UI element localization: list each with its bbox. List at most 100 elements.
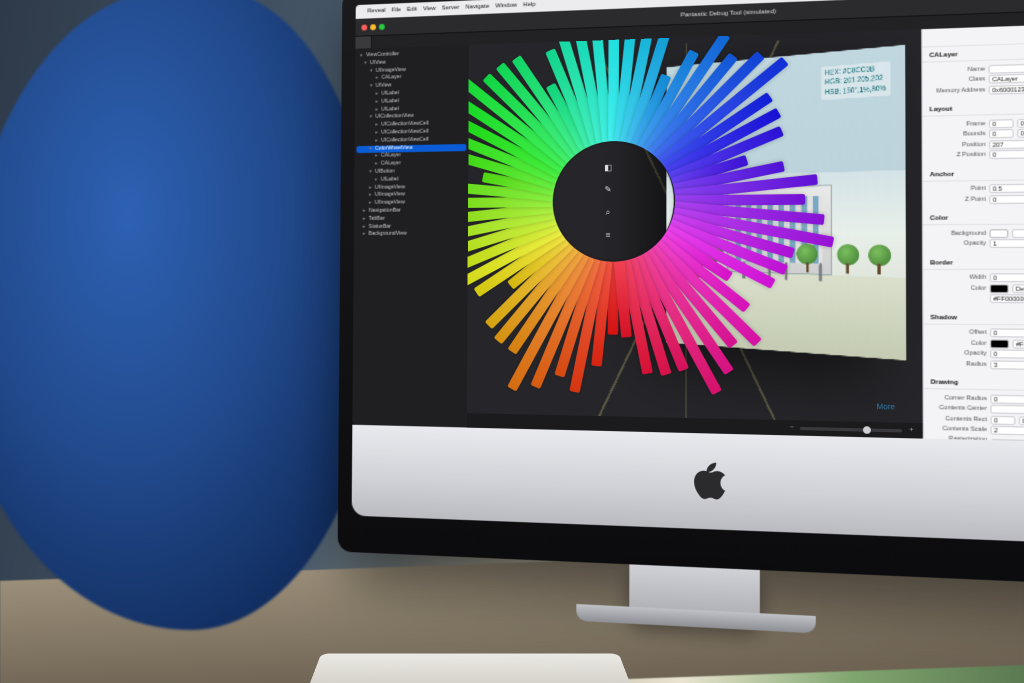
disclosure-icon[interactable]: ▸ xyxy=(374,153,379,161)
opacity-field[interactable]: 1 xyxy=(990,239,1024,248)
disclosure-icon[interactable]: ▾ xyxy=(369,68,374,76)
border-color-hex: #FF000000 xyxy=(990,294,1024,303)
shadow-color-swatch[interactable] xyxy=(990,339,1009,348)
shadow-opacity[interactable]: 0 xyxy=(990,349,1024,359)
app-body: ▸ViewController▾UIView▾UIImageView▸CALay… xyxy=(352,23,1024,443)
tree-row[interactable]: ▸BackgroundView xyxy=(356,231,466,239)
inspector-header: CALayer xyxy=(929,48,1024,60)
shadow-offset-x[interactable]: 0 xyxy=(990,328,1024,337)
menu-item[interactable]: Navigate xyxy=(465,4,489,11)
shadow-radius[interactable]: 3 xyxy=(990,360,1024,370)
tool-icon[interactable]: ≡ xyxy=(605,230,610,239)
color-wheel[interactable]: ◧ ✎ ⌕ ≡ xyxy=(467,30,781,371)
disclosure-icon[interactable]: ▸ xyxy=(368,184,373,192)
disclosure-icon[interactable]: ▸ xyxy=(374,130,379,138)
field-label: Color xyxy=(930,285,986,292)
disclosure-icon[interactable]: ▸ xyxy=(368,192,373,200)
tool-icon[interactable]: ◧ xyxy=(604,163,612,172)
contents-rect-x[interactable]: 0 xyxy=(990,415,1015,424)
disclosure-icon[interactable]: ▾ xyxy=(368,114,373,122)
disclosure-icon[interactable]: ▾ xyxy=(368,169,373,177)
tool-icon[interactable]: ✎ xyxy=(605,185,612,194)
anchor-x[interactable]: 0.5 xyxy=(989,184,1024,193)
menu-item[interactable]: Help xyxy=(523,2,536,9)
zoom-slider-thumb[interactable] xyxy=(863,426,871,434)
field-label: Contents Scale xyxy=(931,425,987,433)
menu-item[interactable]: File xyxy=(391,7,401,13)
menu-item[interactable]: View xyxy=(423,6,436,13)
disclosure-icon[interactable]: ▸ xyxy=(374,98,379,106)
field-label: Background xyxy=(930,230,986,237)
zposition[interactable]: 0 xyxy=(989,148,1024,159)
disclosure-icon[interactable]: ▸ xyxy=(362,223,367,231)
field-label: Color xyxy=(930,339,986,346)
disclosure-icon[interactable]: ▾ xyxy=(369,83,374,91)
minimize-icon[interactable] xyxy=(370,24,376,30)
disclosure-icon[interactable]: ▸ xyxy=(368,200,373,208)
section-title: Shadow xyxy=(930,314,1024,322)
disclosure-icon[interactable]: ▸ xyxy=(374,161,379,169)
bounds-x[interactable]: 0 xyxy=(989,129,1013,138)
frame-y[interactable]: 0 xyxy=(1017,118,1024,127)
hierarchy-tree[interactable]: ▸ViewController▾UIView▾UIImageView▸CALay… xyxy=(352,45,469,428)
window-controls[interactable] xyxy=(361,23,384,30)
field-label: Position xyxy=(930,141,986,149)
menu-item[interactable]: Reveal xyxy=(367,8,385,15)
inspector-panel[interactable]: ◧ ≡ ⊞ ⌾ CALayer Name ClassCALayer Memory… xyxy=(921,23,1024,443)
section-title: Layout xyxy=(929,103,1024,113)
contents-center[interactable] xyxy=(990,405,1024,416)
field-label: Width xyxy=(930,274,986,281)
disclosure-icon[interactable]: ▸ xyxy=(375,75,380,83)
section-title: Border xyxy=(930,259,1024,266)
tool-icon[interactable]: ⌕ xyxy=(606,207,611,217)
memory-address-field: 0x600012345 xyxy=(989,82,1024,94)
field-label: Corner Radius xyxy=(931,394,987,402)
menu-item[interactable]: Window xyxy=(495,3,517,10)
wheel-center-tools[interactable]: ◧ ✎ ⌕ ≡ xyxy=(566,159,650,243)
contents-rect-y[interactable]: 0 xyxy=(1019,416,1024,425)
disclosure-icon[interactable]: ▸ xyxy=(359,52,364,60)
canvas-stage: HEX: #C8CC0B RGB: 201,205,202 HSB: 150°,… xyxy=(473,36,916,432)
zoom-icon[interactable] xyxy=(379,23,385,29)
disclosure-icon[interactable]: ▸ xyxy=(374,91,379,99)
field-label: Offset xyxy=(930,329,986,336)
bounds-y[interactable]: 0 xyxy=(1017,129,1024,138)
disclosure-icon[interactable]: ▸ xyxy=(374,176,379,184)
zoom-out-button[interactable]: − xyxy=(790,424,794,431)
zoom-slider[interactable] xyxy=(800,426,902,432)
photo-scene: Reveal File Edit View Server Navigate Wi… xyxy=(0,0,1024,683)
corner-radius[interactable]: 0 xyxy=(990,394,1024,405)
disclosure-icon[interactable]: ▸ xyxy=(362,208,367,216)
illustration-tree xyxy=(837,244,859,274)
field-label: Z Point xyxy=(930,196,986,203)
name-field[interactable] xyxy=(989,61,1024,73)
anchor-z[interactable]: 0 xyxy=(989,194,1024,204)
background-color-swatch[interactable] xyxy=(989,229,1008,238)
position-x[interactable]: 207 xyxy=(989,139,1024,149)
background-color-field[interactable] xyxy=(1012,228,1024,237)
menu-item[interactable]: Server xyxy=(442,5,460,12)
menu-item[interactable]: Edit xyxy=(407,7,417,13)
disclosure-icon[interactable]: ▸ xyxy=(374,137,379,145)
frame-x[interactable]: 0 xyxy=(989,119,1013,128)
field-label: Bounds xyxy=(930,131,986,139)
close-icon[interactable] xyxy=(361,24,367,30)
keyboard xyxy=(310,654,630,683)
tree-label: StatusBar xyxy=(369,223,391,231)
field-label: Name xyxy=(929,66,985,74)
disclosure-icon[interactable]: ▸ xyxy=(374,122,379,130)
field-label: Point xyxy=(930,185,986,192)
disclosure-icon[interactable]: ▸ xyxy=(362,231,367,239)
more-link[interactable]: More xyxy=(877,404,895,412)
border-color-swatch[interactable] xyxy=(990,284,1009,293)
field-label: Z Position xyxy=(930,151,986,158)
disclosure-icon[interactable]: ▾ xyxy=(368,145,373,153)
debug-canvas[interactable]: HEX: #C8CC0B RGB: 201,205,202 HSB: 150°,… xyxy=(467,29,923,438)
disclosure-icon[interactable]: ▸ xyxy=(374,106,379,114)
border-width-field[interactable]: 0 xyxy=(990,273,1024,282)
tab[interactable] xyxy=(355,36,372,49)
section-title: Anchor xyxy=(930,169,1024,178)
disclosure-icon[interactable]: ▸ xyxy=(362,216,367,224)
zoom-in-button[interactable]: + xyxy=(909,427,913,434)
disclosure-icon[interactable]: ▾ xyxy=(363,60,368,68)
